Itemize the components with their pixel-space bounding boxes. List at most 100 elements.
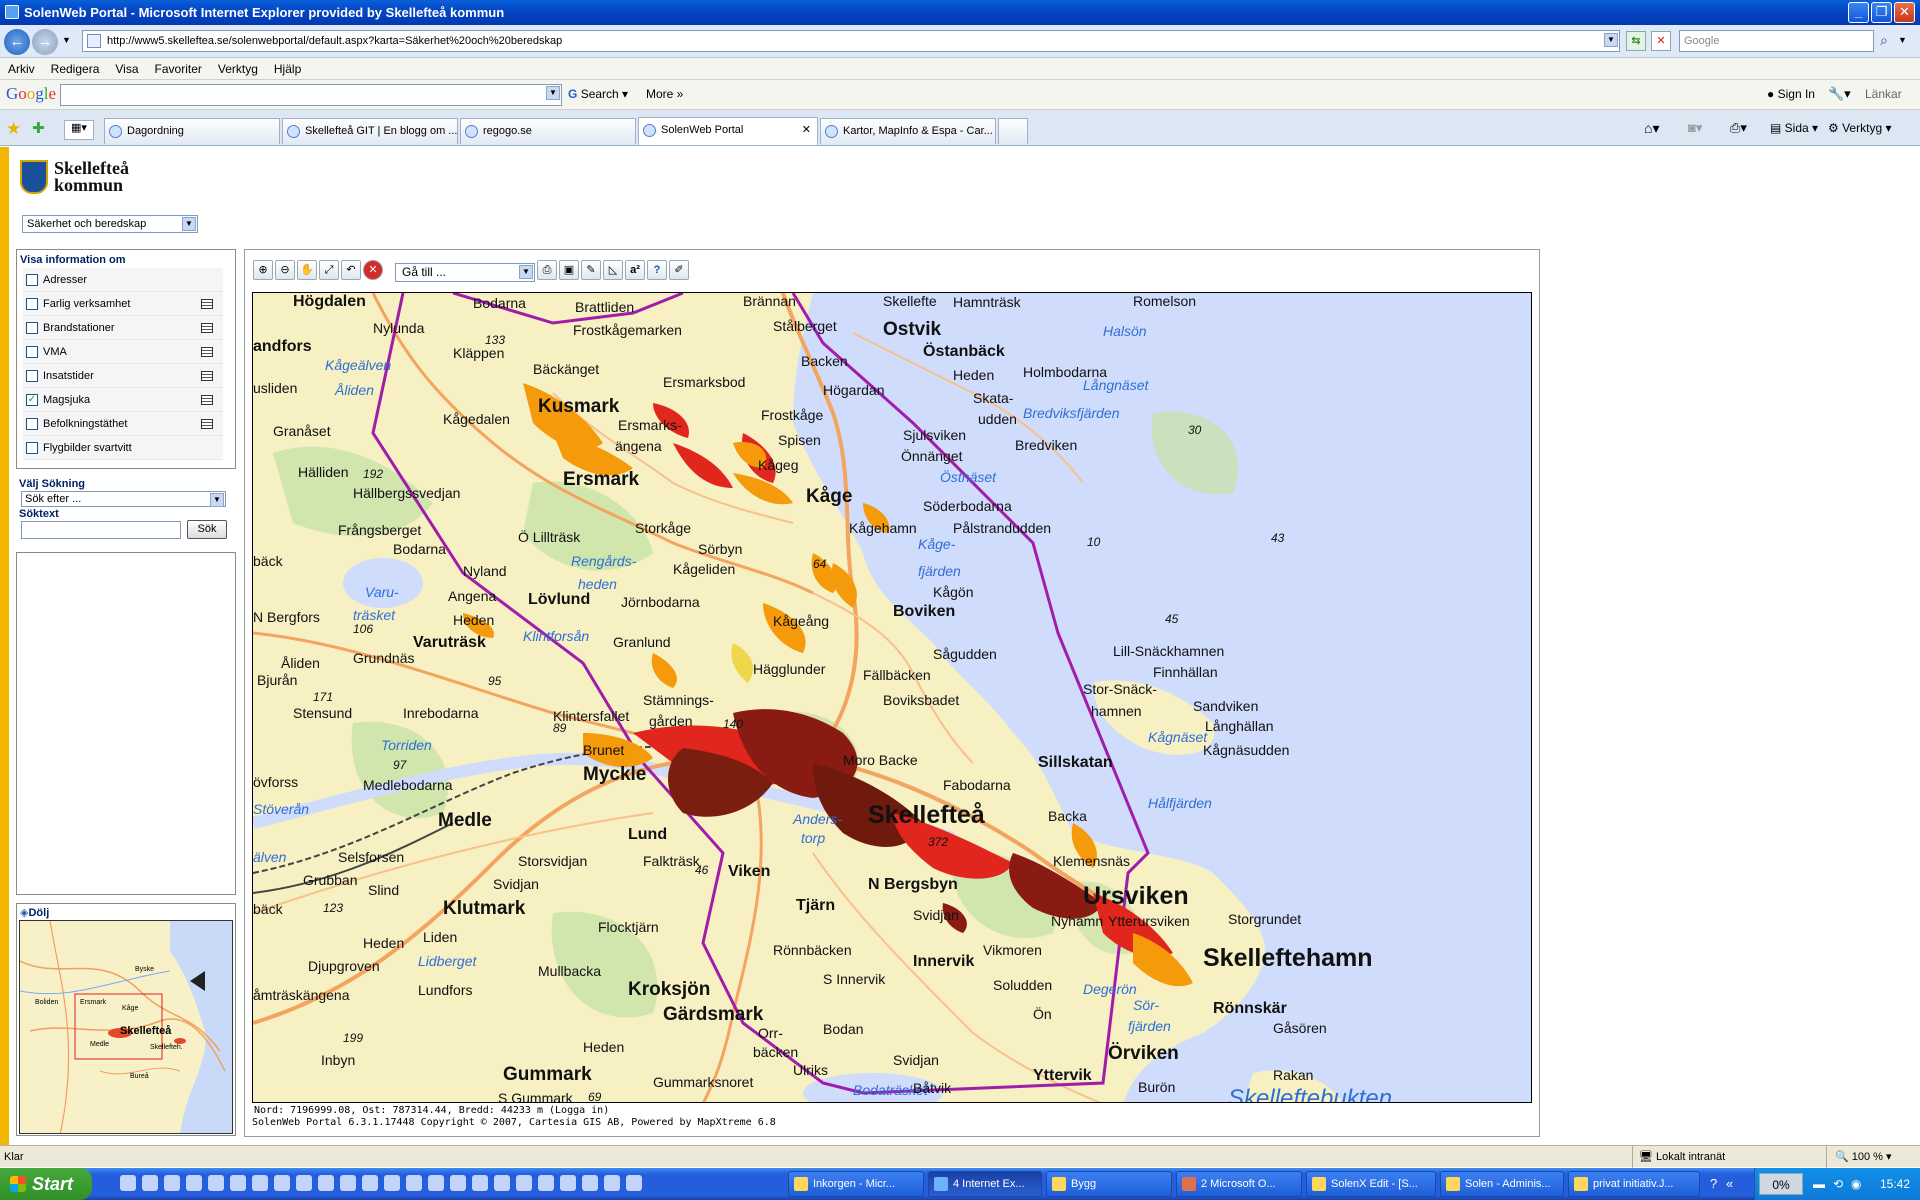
layer-checkbox[interactable] — [26, 298, 38, 310]
quicklaunch-icon[interactable] — [230, 1175, 246, 1191]
quicklaunch-icon[interactable] — [340, 1175, 356, 1191]
quick-tabs-icon[interactable]: ▦▾ — [64, 120, 94, 140]
close-tab-icon[interactable]: ✕ — [802, 123, 811, 136]
layer-item[interactable]: Befolkningstäthet — [23, 412, 223, 436]
overview-map[interactable]: Skellefteå Ersmark Kåge Medle Skellefteh… — [19, 920, 233, 1134]
quicklaunch-icon[interactable] — [406, 1175, 422, 1191]
layer-checkbox[interactable] — [26, 322, 38, 334]
layer-checkbox[interactable] — [26, 274, 38, 286]
menu-favoriter[interactable]: Favoriter — [147, 58, 210, 80]
quicklaunch-icon[interactable] — [164, 1175, 180, 1191]
quicklaunch-icon[interactable] — [626, 1175, 642, 1191]
layer-item[interactable]: Insatstider — [23, 364, 223, 388]
layer-item[interactable]: Flygbilder svartvitt — [23, 436, 223, 460]
quicklaunch-icon[interactable] — [516, 1175, 532, 1191]
legend-icon[interactable] — [201, 299, 213, 309]
home-icon[interactable]: ⌂▾ — [1644, 120, 1659, 137]
chevron-down-icon[interactable]: ▼ — [182, 217, 196, 231]
address-bar[interactable]: http://www5.skelleftea.se/solenwebportal… — [82, 30, 1620, 52]
task-button[interactable]: privat initiativ.J... — [1568, 1171, 1700, 1197]
tab-skelleftea-git[interactable]: Skellefteå GIT | En blogg om ... — [282, 118, 458, 144]
quicklaunch-icon[interactable] — [142, 1175, 158, 1191]
task-button[interactable]: SolenX Edit - [S... — [1306, 1171, 1436, 1197]
overview-toggle[interactable]: ◈Dölj — [17, 904, 235, 921]
history-dropdown-icon[interactable]: ▼ — [62, 35, 71, 45]
tab-solenweb[interactable]: SolenWeb Portal ✕ — [638, 117, 818, 145]
google-dropdown-icon[interactable]: ▼ — [546, 86, 560, 100]
map-theme-select[interactable]: Säkerhet och beredskap ▼ — [22, 215, 198, 233]
search-options-icon[interactable]: ▼ — [1898, 35, 1907, 45]
menu-visa[interactable]: Visa — [107, 58, 146, 80]
links-label[interactable]: Länkar — [1865, 87, 1902, 101]
quicklaunch-icon[interactable] — [186, 1175, 202, 1191]
task-button[interactable]: 2 Microsoft O... — [1176, 1171, 1302, 1197]
goto-select[interactable]: Gå till ... ▼ — [395, 263, 535, 282]
quicklaunch-icon[interactable] — [208, 1175, 224, 1191]
address-dropdown-icon[interactable]: ▼ — [1604, 33, 1618, 47]
menu-hjalp[interactable]: Hjälp — [266, 58, 309, 80]
tab-dagordning[interactable]: Dagordning — [104, 118, 280, 144]
quicklaunch-icon[interactable] — [362, 1175, 378, 1191]
maximize-button[interactable]: ❐ — [1871, 2, 1892, 23]
layer-checkbox[interactable] — [26, 418, 38, 430]
municipality-logo[interactable]: Skellefteå kommun — [54, 159, 129, 194]
add-favorite-icon[interactable]: ✚ — [32, 119, 45, 137]
close-button[interactable]: ✕ — [1894, 2, 1915, 23]
minimize-button[interactable]: _ — [1848, 2, 1869, 23]
zoom-control[interactable]: 🔍 100 % ▾ — [1826, 1146, 1916, 1168]
quicklaunch-icon[interactable] — [560, 1175, 576, 1191]
quicklaunch-icon[interactable] — [274, 1175, 290, 1191]
quicklaunch-icon[interactable] — [384, 1175, 400, 1191]
feeds-icon[interactable]: ◙▾ — [1688, 120, 1702, 136]
quicklaunch-icon[interactable] — [604, 1175, 620, 1191]
help-tray-icon[interactable]: ? — [1710, 1176, 1717, 1191]
layer-item[interactable]: ✓ Magsjuka — [23, 388, 223, 412]
task-button[interactable]: 4 Internet Ex... — [928, 1171, 1042, 1197]
task-button[interactable]: Inkorgen - Micr... — [788, 1171, 924, 1197]
wrench-icon[interactable]: 🔧▾ — [1828, 86, 1851, 102]
zoom-in-icon[interactable]: ⊕ — [253, 260, 273, 280]
quicklaunch-icon[interactable] — [450, 1175, 466, 1191]
layer-checkbox[interactable] — [26, 346, 38, 358]
chevron-down-icon[interactable]: ▼ — [519, 265, 533, 279]
tray-expand-icon[interactable]: « — [1726, 1176, 1733, 1191]
pan-hand-icon[interactable]: ✋ — [297, 260, 317, 280]
quicklaunch-icon[interactable] — [252, 1175, 268, 1191]
legend-icon[interactable] — [201, 371, 213, 381]
search-type-select[interactable]: Sök efter ... ▼ — [21, 491, 226, 507]
edit-icon[interactable]: ✐ — [669, 260, 689, 280]
map-view[interactable]: Högdalen Bodarna Brattliden Brännan Skelleft… — [252, 292, 1532, 1103]
layer-checkbox[interactable] — [26, 442, 38, 454]
zoom-out-icon[interactable]: ⊖ — [275, 260, 295, 280]
print-map-icon[interactable]: ⎙ — [537, 260, 557, 280]
network-icon[interactable]: ◉ — [1851, 1168, 1861, 1200]
quicklaunch-icon[interactable] — [296, 1175, 312, 1191]
legend-icon[interactable] — [201, 419, 213, 429]
back-button[interactable]: ← — [4, 29, 30, 55]
battery-icon[interactable]: ▬ — [1813, 1168, 1825, 1200]
layer-item[interactable]: Adresser — [23, 268, 223, 292]
search-icon[interactable]: ⌕ — [1880, 32, 1888, 49]
area-icon[interactable]: ◺ — [603, 260, 623, 280]
legend-icon[interactable] — [201, 347, 213, 357]
search-field[interactable]: Google — [1679, 30, 1874, 52]
stop-button[interactable]: ✕ — [1651, 31, 1671, 51]
menu-arkiv[interactable]: Arkiv — [0, 58, 43, 80]
layer-checkbox[interactable]: ✓ — [26, 394, 38, 406]
measure-icon[interactable]: ✎ — [581, 260, 601, 280]
page-menu[interactable]: ▤ Sida ▾ — [1770, 121, 1818, 135]
new-tab-button[interactable] — [998, 118, 1028, 144]
menu-redigera[interactable]: Redigera — [43, 58, 108, 80]
favorites-star-icon[interactable]: ★ — [6, 119, 21, 139]
clear-icon[interactable]: ✕ — [363, 260, 383, 280]
layer-item[interactable]: VMA — [23, 340, 223, 364]
quicklaunch-icon[interactable] — [120, 1175, 136, 1191]
google-more-button[interactable]: More » — [646, 87, 683, 101]
quicklaunch-icon[interactable] — [582, 1175, 598, 1191]
quicklaunch-icon[interactable] — [428, 1175, 444, 1191]
forward-button[interactable]: → — [32, 29, 58, 55]
quicklaunch-icon[interactable] — [472, 1175, 488, 1191]
tab-kartor[interactable]: Kartor, MapInfo & Espa - Car... — [820, 118, 996, 144]
google-search-button[interactable]: G Search ▾ — [568, 87, 628, 101]
layer-checkbox[interactable] — [26, 370, 38, 382]
